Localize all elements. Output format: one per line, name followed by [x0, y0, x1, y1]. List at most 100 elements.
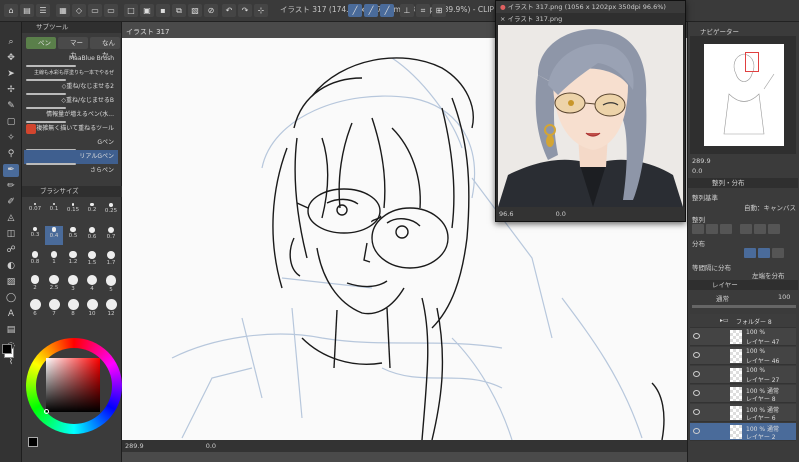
auto-select-icon[interactable]: ✧: [3, 132, 19, 145]
stroke-tool-icon-2[interactable]: ╱: [364, 4, 378, 17]
gradient-tool-icon[interactable]: ▨: [3, 276, 19, 289]
brush-size-option[interactable]: 0.15: [64, 202, 82, 221]
layer-row[interactable]: 100 % レイヤー 27: [690, 366, 796, 384]
align-right-button[interactable]: [720, 224, 732, 234]
brush-item[interactable]: 情報量が増えるペン(水...: [24, 108, 118, 122]
brush-item[interactable]: 主線も水彩も厚塗りも一本でやるぜ: [24, 66, 118, 80]
fill-tool-icon[interactable]: ◐: [3, 260, 19, 273]
brush-size-option[interactable]: 1.7: [102, 250, 120, 269]
color-picker-cursor[interactable]: [44, 409, 49, 414]
brush-item[interactable]: ◇重ね/なじませるB: [24, 94, 118, 108]
brush-item[interactable]: さらペン: [24, 164, 118, 178]
snap-icon[interactable]: ⌗: [416, 4, 430, 17]
layer-row[interactable]: 100 % レイヤー 47: [690, 328, 796, 346]
brush-size-option[interactable]: 0.5: [64, 226, 82, 245]
brush-item[interactable]: 複雑無く描いて重ねるツール: [24, 122, 118, 136]
stroke-tool-icon-3[interactable]: ╱: [380, 4, 394, 17]
close-icon[interactable]: ●: [500, 3, 508, 11]
pencil-tool-icon[interactable]: ✏: [3, 180, 19, 193]
layer-row[interactable]: 100 % レイヤー 46: [690, 347, 796, 365]
eraser-tool-icon[interactable]: ◫: [3, 228, 19, 241]
reference-zoom[interactable]: 96.6: [499, 210, 513, 218]
brush-item[interactable]: Gペン: [24, 136, 118, 150]
clear-icon[interactable]: ⊘: [204, 4, 218, 17]
selection-icon[interactable]: ▢: [3, 116, 19, 129]
tab-marker[interactable]: マーカ: [58, 37, 88, 59]
copy-icon[interactable]: ⧉: [172, 4, 186, 17]
layer-icon[interactable]: ▭: [88, 4, 102, 17]
navigator-view-rect[interactable]: [745, 52, 759, 72]
current-color-swatch[interactable]: [28, 437, 38, 447]
canvas-rotation[interactable]: 0.0: [206, 442, 216, 450]
distribute-button[interactable]: [744, 248, 756, 258]
color-saturation-square[interactable]: [46, 358, 100, 412]
brush-tool-icon[interactable]: ✐: [3, 196, 19, 209]
operation-tool-icon[interactable]: ➤: [3, 68, 19, 81]
eye-icon[interactable]: [693, 371, 700, 377]
reference-window-titlebar[interactable]: ● イラスト 317.png (1056 x 1202px 350dpi 96.…: [496, 1, 685, 13]
brush-size-option[interactable]: 6: [26, 298, 44, 317]
open-icon[interactable]: ▣: [140, 4, 154, 17]
menu-icon[interactable]: ☰: [36, 4, 50, 17]
brush-size-option[interactable]: 0.6: [83, 226, 101, 245]
brush-size-option[interactable]: 7: [45, 298, 63, 317]
brush-size-option[interactable]: 0.25: [102, 202, 120, 221]
stroke-tool-icon[interactable]: ╱: [348, 4, 362, 17]
brush-item[interactable]: ◇重ね/なじませる2: [24, 80, 118, 94]
undo-icon[interactable]: ↶: [222, 4, 236, 17]
zoom-tool-icon[interactable]: ⌕: [3, 36, 19, 49]
ruler-icon[interactable]: ⊥: [400, 4, 414, 17]
text-tool-icon[interactable]: A: [3, 308, 19, 321]
brush-size-option[interactable]: 0.4: [45, 226, 63, 245]
brush-size-option[interactable]: 10: [83, 298, 101, 317]
redo-icon[interactable]: ↷: [238, 4, 252, 17]
tab-custom[interactable]: なんか: [90, 37, 120, 59]
align-center-button[interactable]: [706, 224, 718, 234]
figure-tool-icon[interactable]: ◯: [3, 292, 19, 305]
shape-icon[interactable]: ◇: [72, 4, 86, 17]
main-color-swatch[interactable]: [2, 344, 12, 354]
paste-icon[interactable]: ▧: [188, 4, 202, 17]
eye-icon[interactable]: [693, 428, 700, 434]
navigator-rotation[interactable]: 0.0: [692, 167, 702, 175]
layer-row[interactable]: 100 % 通常 レイヤー 6: [690, 404, 796, 422]
reference-image[interactable]: [498, 25, 683, 207]
brush-size-option[interactable]: 0.8: [26, 250, 44, 269]
brush-size-option[interactable]: 1: [45, 250, 63, 269]
brush-item[interactable]: MaaBlue Brush: [24, 52, 118, 66]
align-left-button[interactable]: [692, 224, 704, 234]
brush-size-option[interactable]: 2.5: [45, 274, 63, 293]
brush-item-selected[interactable]: リアルGペン: [24, 150, 118, 164]
reference-window-tab[interactable]: × イラスト 317.png: [496, 13, 685, 25]
brush-size-option[interactable]: 1.2: [64, 250, 82, 269]
blend-mode-select[interactable]: 通常: [716, 293, 729, 303]
brush-size-option[interactable]: 0.2: [83, 202, 101, 221]
brush-size-option[interactable]: 12: [102, 298, 120, 317]
frame-tool-icon[interactable]: ▤: [3, 324, 19, 337]
eye-icon[interactable]: [693, 390, 700, 396]
canvas-zoom[interactable]: 289.9: [125, 442, 144, 450]
tab-close-icon[interactable]: ×: [500, 15, 508, 23]
pen-tool-icon[interactable]: ✒: [3, 164, 19, 177]
move-tool-icon[interactable]: ✥: [3, 52, 19, 65]
eye-icon[interactable]: [693, 409, 700, 415]
align-top-button[interactable]: [740, 224, 752, 234]
layer-row[interactable]: 100 % 通常 レイヤー 2: [690, 423, 796, 441]
brush-size-option[interactable]: 3: [64, 274, 82, 293]
home-icon[interactable]: ⌂: [4, 4, 18, 17]
brush-size-option[interactable]: 4: [83, 274, 101, 293]
new-icon[interactable]: □: [124, 4, 138, 17]
expand-icon[interactable]: ▤: [20, 4, 34, 17]
eye-icon[interactable]: [693, 352, 700, 358]
brush-size-option[interactable]: 1.5: [83, 250, 101, 269]
move-layer-tool-icon[interactable]: ✢: [3, 84, 19, 97]
align-ref-value[interactable]: 自動：キャンバス: [744, 202, 796, 212]
distribute-button[interactable]: [758, 248, 770, 258]
align-middle-button[interactable]: [754, 224, 766, 234]
opacity-slider[interactable]: [692, 305, 796, 308]
tab-pen[interactable]: ペン: [26, 37, 56, 49]
blend-tool-icon[interactable]: ☍: [3, 244, 19, 257]
grid-icon[interactable]: ▦: [56, 4, 70, 17]
layer-icon-2[interactable]: ▭: [104, 4, 118, 17]
eye-icon[interactable]: [693, 333, 700, 339]
